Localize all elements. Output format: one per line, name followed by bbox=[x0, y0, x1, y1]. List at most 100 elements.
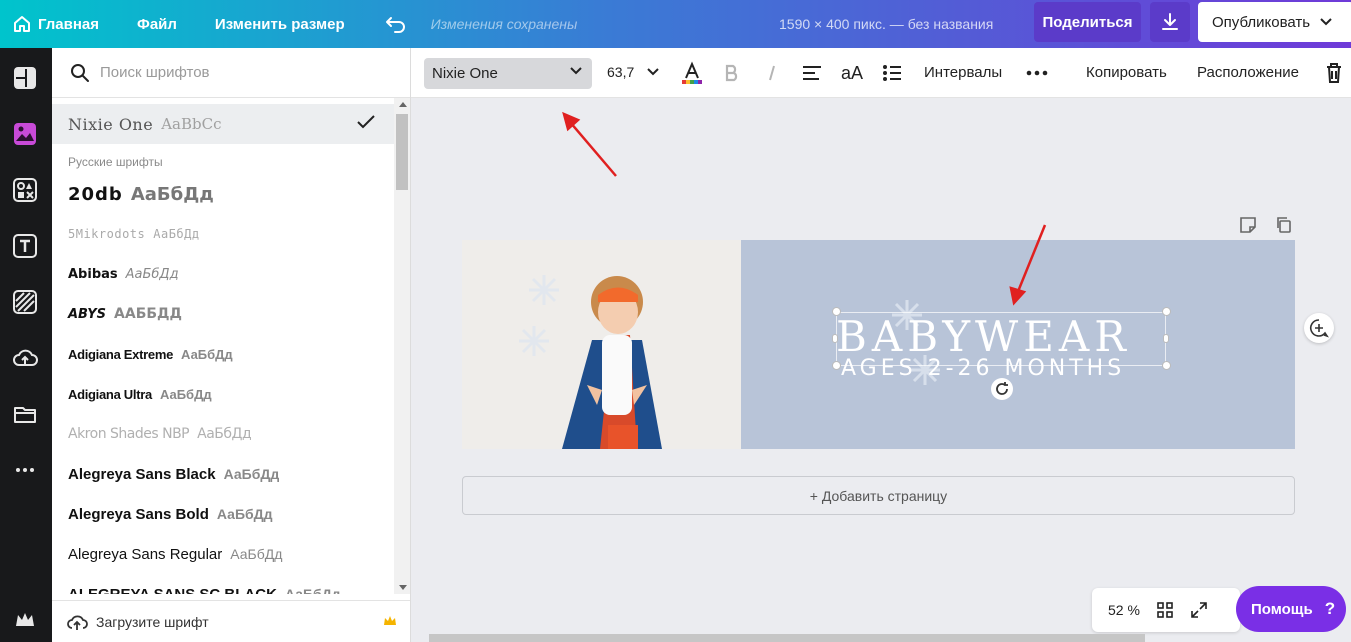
font-item[interactable]: Alegreya Sans SC Black АаБбДд bbox=[52, 574, 394, 595]
share-button[interactable]: Поделиться bbox=[1034, 2, 1141, 42]
upload-font-label: Загрузите шрифт bbox=[96, 613, 209, 630]
text-toolbar: Nixie One 63,7 aA Интервалы Копировать Р… bbox=[411, 48, 1351, 98]
templates-icon[interactable] bbox=[11, 64, 39, 92]
resize-handle[interactable] bbox=[832, 334, 838, 343]
rotate-icon bbox=[996, 382, 1008, 395]
home-icon bbox=[14, 16, 30, 32]
help-question-icon: ? bbox=[1324, 599, 1336, 618]
font-item[interactable]: Adigiana Ultra АаБбДд bbox=[52, 374, 394, 414]
page-notes-icon[interactable] bbox=[1239, 216, 1257, 234]
fullscreen-icon[interactable] bbox=[1190, 601, 1208, 619]
trash-icon[interactable] bbox=[1323, 60, 1345, 86]
upload-cloud-icon[interactable] bbox=[11, 344, 39, 372]
text-color-icon bbox=[682, 61, 702, 84]
font-sample: АаБбДд bbox=[159, 386, 212, 402]
text-tool-icon[interactable] bbox=[11, 232, 39, 260]
text-color-button[interactable] bbox=[679, 60, 705, 86]
photos-icon[interactable] bbox=[11, 120, 39, 148]
upload-font-button[interactable]: Загрузите шрифт bbox=[52, 600, 410, 642]
copy-button[interactable]: Копировать bbox=[1086, 64, 1167, 81]
scroll-down-icon[interactable] bbox=[399, 585, 407, 590]
canvas-horizontal-scrollbar[interactable] bbox=[429, 634, 1351, 642]
font-search-bar bbox=[52, 48, 410, 98]
chevron-down-icon[interactable] bbox=[647, 68, 659, 76]
position-button[interactable]: Расположение bbox=[1197, 64, 1299, 81]
left-rail bbox=[0, 48, 52, 642]
publish-label: Опубликовать bbox=[1212, 13, 1311, 31]
font-panel: Nixie One AaBbCc Русские шрифты 20db АаБб… bbox=[52, 48, 411, 642]
file-menu[interactable]: Файл bbox=[127, 0, 187, 48]
checkmark-icon bbox=[357, 115, 375, 129]
font-item[interactable]: ABYS ААББДД bbox=[52, 294, 394, 334]
download-icon bbox=[1162, 13, 1178, 30]
chevron-down-icon bbox=[1320, 18, 1332, 26]
font-list: Nixie One AaBbCc Русские шрифты 20db АаБб… bbox=[52, 104, 394, 594]
scroll-thumb[interactable] bbox=[396, 114, 408, 190]
more-options-icon[interactable] bbox=[1025, 60, 1049, 86]
font-name: Alegreya Sans Black bbox=[68, 465, 216, 483]
font-item[interactable]: Adigiana Extreme АаБбДд bbox=[52, 334, 394, 374]
publish-button[interactable]: Опубликовать bbox=[1198, 2, 1351, 42]
download-button[interactable] bbox=[1150, 2, 1190, 42]
home-button[interactable]: Главная bbox=[0, 0, 109, 48]
font-item[interactable]: Alegreya Sans Black АаБбДд bbox=[52, 454, 394, 494]
search-icon bbox=[71, 63, 89, 82]
folder-icon[interactable] bbox=[11, 400, 39, 428]
font-name: Abibas bbox=[68, 266, 118, 282]
letter-case-button[interactable]: aA bbox=[839, 60, 865, 86]
undo-button[interactable] bbox=[371, 0, 421, 48]
font-sample: АаБбДд bbox=[197, 426, 252, 442]
crown-icon bbox=[384, 616, 396, 625]
upload-cloud-icon bbox=[67, 615, 88, 630]
crown-icon[interactable] bbox=[11, 606, 39, 634]
rotate-handle[interactable] bbox=[991, 378, 1013, 400]
backgrounds-icon[interactable] bbox=[11, 288, 39, 316]
more-apps-icon[interactable] bbox=[11, 456, 39, 484]
add-page-button[interactable]: + Добавить страницу bbox=[462, 476, 1295, 515]
font-item[interactable]: 5Mikrodots АаБбДд bbox=[52, 214, 394, 254]
scroll-thumb[interactable] bbox=[429, 634, 1145, 642]
resize-handle[interactable] bbox=[1162, 307, 1171, 316]
resize-handle[interactable] bbox=[832, 307, 841, 316]
font-item[interactable]: Alegreya Sans Bold АаБбДд bbox=[52, 494, 394, 534]
zoom-level[interactable]: 52 % bbox=[1108, 602, 1140, 618]
comment-button[interactable] bbox=[1304, 313, 1334, 343]
comment-add-icon bbox=[1310, 319, 1329, 338]
help-button[interactable]: Помощь ? bbox=[1236, 586, 1346, 632]
save-status: Изменения сохранены bbox=[430, 16, 578, 32]
align-left-icon[interactable] bbox=[799, 60, 825, 86]
font-name: Akron Shades NBP bbox=[68, 426, 190, 442]
document-dimensions[interactable]: 1590 × 400 пикс. — без названия bbox=[779, 0, 993, 48]
font-sample: АаБбДд bbox=[223, 466, 280, 482]
font-sample: АаБбДд bbox=[216, 506, 273, 522]
font-item[interactable]: Alegreya Sans Regular АаБбДд bbox=[52, 534, 394, 574]
font-list-scrollbar[interactable] bbox=[394, 98, 410, 594]
font-sample: АаБбДд bbox=[181, 346, 233, 362]
font-item[interactable]: Akron Shades NBP АаБбДд bbox=[52, 414, 394, 454]
duplicate-page-icon[interactable] bbox=[1275, 216, 1293, 234]
list-icon[interactable] bbox=[879, 60, 905, 86]
resize-handle[interactable] bbox=[1163, 334, 1169, 343]
resize-button[interactable]: Изменить размер bbox=[205, 0, 355, 48]
font-name: Nixie One bbox=[68, 114, 154, 134]
resize-handle[interactable] bbox=[1162, 361, 1171, 370]
resize-handle[interactable] bbox=[832, 361, 841, 370]
grid-view-icon[interactable] bbox=[1156, 601, 1174, 619]
font-item[interactable]: 20db АаБбДд bbox=[52, 174, 394, 214]
font-item-selected[interactable]: Nixie One AaBbCc bbox=[52, 104, 394, 144]
design-page[interactable]: BABYWEAR AGES 2-26 MONTHS bbox=[462, 240, 1295, 449]
elements-icon[interactable] bbox=[11, 176, 39, 204]
font-item[interactable]: Abibas АаБбДд bbox=[52, 254, 394, 294]
font-family-dropdown[interactable]: Nixie One bbox=[424, 58, 592, 89]
scroll-up-icon[interactable] bbox=[399, 102, 407, 107]
font-search-input[interactable] bbox=[100, 64, 380, 81]
bold-icon[interactable] bbox=[721, 60, 743, 86]
spacing-button[interactable]: Интервалы bbox=[924, 64, 1002, 81]
font-family-value: Nixie One bbox=[432, 65, 498, 82]
font-name: Alegreya Sans Regular bbox=[68, 545, 223, 563]
undo-icon bbox=[385, 17, 405, 33]
font-section-title: Русские шрифты bbox=[68, 155, 163, 169]
font-sample: АаБбДд bbox=[130, 183, 214, 205]
italic-icon[interactable] bbox=[761, 60, 783, 86]
font-size-value[interactable]: 63,7 bbox=[607, 64, 634, 80]
